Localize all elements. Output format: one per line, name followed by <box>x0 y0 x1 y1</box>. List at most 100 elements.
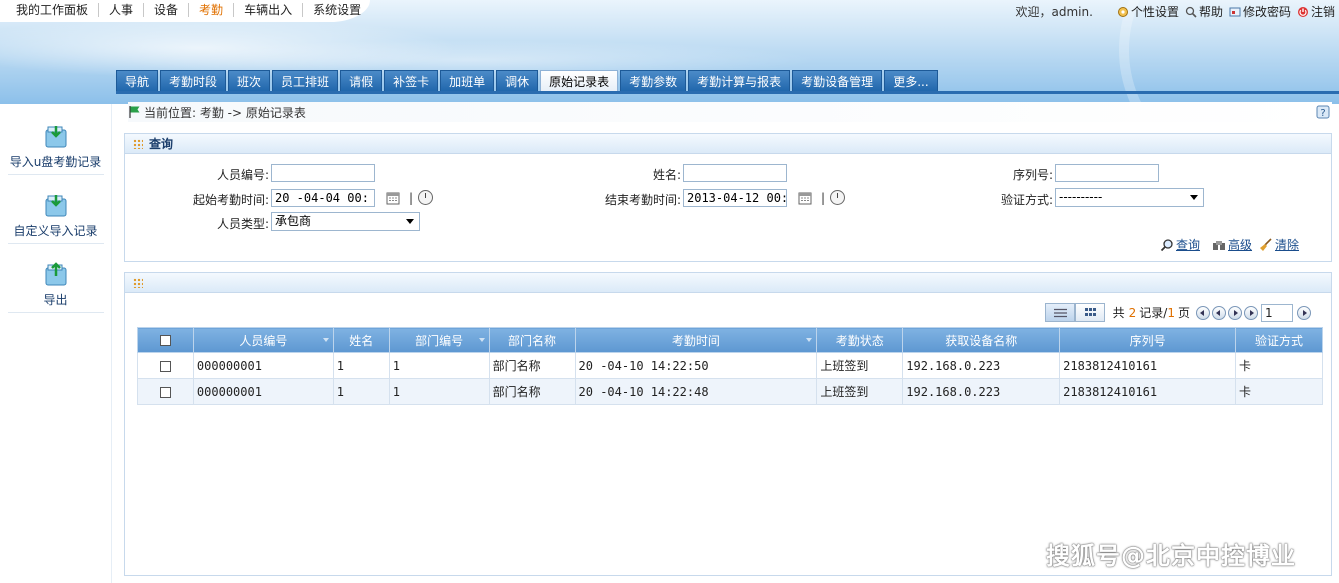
tab-attendance-params[interactable]: 考勤参数 <box>620 70 687 92</box>
start-time-label: 起始考勤时间: <box>192 193 269 207</box>
row-checkbox[interactable] <box>159 386 171 398</box>
module-tabs: 导航 考勤时段 班次 员工排班 请假 补签卡 加班单 调休 原始记录表 考勤参数… <box>116 70 940 92</box>
tab-supplement-card[interactable]: 补签卡 <box>384 70 439 92</box>
total-records: 2 <box>1128 305 1137 320</box>
tab-navigation[interactable]: 导航 <box>116 70 159 92</box>
welcome-text: 欢迎，admin. <box>1015 5 1093 19</box>
col-emp-no[interactable]: 人员编号 <box>192 327 334 353</box>
panel-dots-icon <box>133 277 143 288</box>
select-all-checkbox[interactable] <box>159 335 171 346</box>
cell-device-name: 192.168.0.223 <box>902 378 1061 405</box>
custom-import-button[interactable]: 自定义导入记录 <box>0 191 111 244</box>
advanced-button[interactable]: 高级 <box>1212 236 1252 253</box>
col-name[interactable]: 姓名 <box>332 327 390 353</box>
list-view-button[interactable] <box>1044 303 1075 322</box>
person-type-label: 人员类型: <box>216 217 269 231</box>
tab-time-off[interactable]: 调休 <box>496 70 539 92</box>
cell-dept-name: 部门名称 <box>488 352 576 379</box>
pages-suffix: 页 <box>1177 306 1190 320</box>
person-type-select[interactable]: 承包商 <box>271 212 420 231</box>
col-verify[interactable]: 验证方式 <box>1235 327 1323 353</box>
emp-no-input[interactable] <box>271 164 375 182</box>
table-header-row: 人员编号 姓名 部门编号 部门名称 考勤时间 考勤状态 获取设备名称 序列号 验… <box>137 327 1323 353</box>
first-page-icon[interactable] <box>1196 305 1210 320</box>
pager: 共 2 记录/ 1 页 1 <box>1044 303 1311 322</box>
cell-serial: 2183812410161 <box>1059 352 1237 379</box>
col-device-name[interactable]: 获取设备名称 <box>902 327 1061 353</box>
next-page-icon[interactable] <box>1228 305 1242 320</box>
cell-emp-no: 000000001 <box>192 378 334 405</box>
end-calendar-icon[interactable] <box>798 191 812 205</box>
list-view-icon <box>1053 308 1067 318</box>
table-row[interactable]: 000000001 1 1 部门名称 20 -04-10 14:22:50 上班… <box>137 352 1323 379</box>
tab-overtime[interactable]: 加班单 <box>440 70 495 92</box>
tab-calc-reports[interactable]: 考勤计算与报表 <box>688 70 791 92</box>
start-clock-icon[interactable] <box>418 190 433 205</box>
cell-attendance-time: 20 -04-10 14:22:50 <box>574 352 818 379</box>
last-page-icon[interactable] <box>1244 305 1258 320</box>
top-nav-personnel[interactable]: 人事 <box>99 3 145 17</box>
col-dept-no[interactable]: 部门编号 <box>388 327 490 353</box>
row-checkbox[interactable] <box>159 360 171 372</box>
top-nav-system-settings[interactable]: 系统设置 <box>303 3 371 17</box>
clear-button[interactable]: 清除 <box>1259 236 1299 253</box>
cell-status: 上班签到 <box>816 352 904 379</box>
name-input[interactable] <box>683 164 787 182</box>
start-calendar-icon[interactable] <box>386 191 400 205</box>
start-time-input[interactable]: 20 -04-04 00: <box>271 189 375 207</box>
personal-settings-link[interactable]: 个性设置 <box>1117 3 1179 20</box>
change-password-link[interactable]: 修改密码 <box>1229 3 1291 20</box>
col-status[interactable]: 考勤状态 <box>816 327 904 353</box>
tab-leave[interactable]: 请假 <box>340 70 383 92</box>
cell-verify: 卡 <box>1235 352 1323 379</box>
results-panel: 共 2 记录/ 1 页 1 人员编号 姓名 部门编号 部门名称 考勤时间 考勤状… <box>124 272 1332 576</box>
top-nav-attendance[interactable]: 考勤 <box>189 3 235 17</box>
end-time-label: 结束考勤时间: <box>604 193 681 207</box>
tab-shift[interactable]: 班次 <box>228 70 271 92</box>
page-help-icon[interactable]: ? <box>1316 105 1330 119</box>
tab-employee-schedule[interactable]: 员工排班 <box>272 70 339 92</box>
top-nav-workbench[interactable]: 我的工作面板 <box>6 3 100 17</box>
logout-link[interactable]: 注销 <box>1297 3 1335 20</box>
go-page-icon[interactable] <box>1297 305 1311 320</box>
export-icon <box>45 262 66 286</box>
panel-dots-icon <box>133 138 143 149</box>
col-dept-name[interactable]: 部门名称 <box>488 327 576 353</box>
prev-page-icon[interactable] <box>1212 305 1226 320</box>
watermark-text: 搜狐号@北京中控博业 <box>1046 542 1296 570</box>
col-serial[interactable]: 序列号 <box>1059 327 1237 353</box>
breadcrumb: 当前位置: 考勤 -> 原始记录表 ? <box>128 102 1332 122</box>
import-usb-records-button[interactable]: 导入u盘考勤记录 <box>0 122 111 175</box>
serial-input[interactable] <box>1055 164 1159 182</box>
start-separator: | <box>409 191 414 205</box>
cell-name: 1 <box>332 378 390 405</box>
query-panel-title: 查询 <box>149 137 174 151</box>
emp-no-label: 人员编号: <box>216 168 269 182</box>
cell-dept-no: 1 <box>388 352 490 379</box>
page-number-input[interactable]: 1 <box>1261 303 1293 322</box>
col-attendance-time[interactable]: 考勤时间 <box>574 327 818 353</box>
tab-raw-records[interactable]: 原始记录表 <box>540 70 619 92</box>
cell-attendance-time: 20 -04-10 14:22:48 <box>574 378 818 405</box>
select-all-header[interactable] <box>137 327 194 353</box>
verify-select[interactable]: ---------- <box>1055 188 1204 207</box>
cell-serial: 2183812410161 <box>1059 378 1237 405</box>
export-button[interactable]: 导出 <box>0 260 111 313</box>
chevron-down-icon <box>1190 195 1198 200</box>
end-clock-icon[interactable] <box>830 190 845 205</box>
help-link[interactable]: 帮助 <box>1185 3 1223 20</box>
sort-icon <box>806 338 813 342</box>
grid-view-button[interactable] <box>1074 303 1105 322</box>
search-button[interactable]: 查询 <box>1160 236 1200 253</box>
tab-device-management[interactable]: 考勤设备管理 <box>792 70 883 92</box>
query-panel-header: 查询 <box>125 134 1331 154</box>
breadcrumb-text: 当前位置: 考勤 -> 原始记录表 <box>144 105 306 120</box>
search-icon <box>1160 238 1173 251</box>
table-row[interactable]: 000000001 1 1 部门名称 20 -04-10 14:22:48 上班… <box>137 378 1323 405</box>
top-nav-vehicle[interactable]: 车辆出入 <box>234 3 304 17</box>
tab-more[interactable]: 更多... <box>884 70 938 92</box>
tab-attendance-period[interactable]: 考勤时段 <box>160 70 227 92</box>
top-nav-device[interactable]: 设备 <box>144 3 190 17</box>
end-time-input[interactable]: 2013-04-12 00: <box>683 189 787 207</box>
help-icon <box>1185 6 1197 18</box>
